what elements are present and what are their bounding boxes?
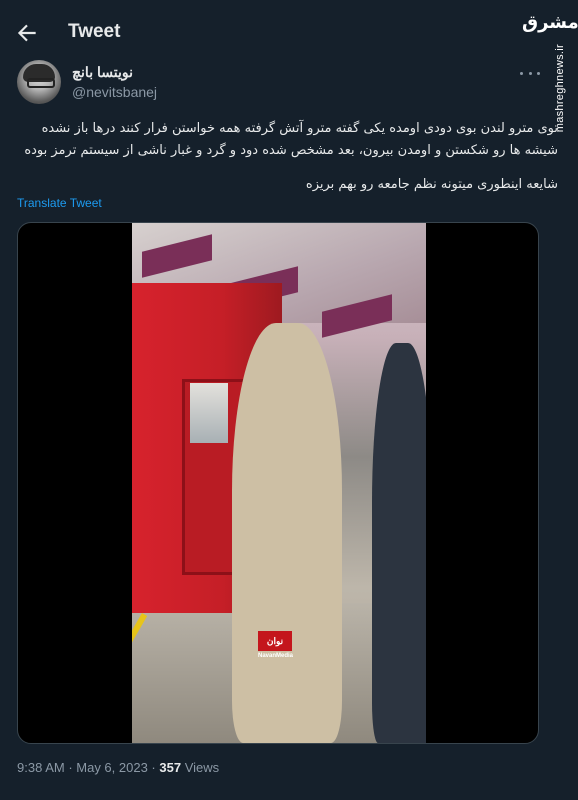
video-player[interactable]: نوان NavanMedia [17, 222, 539, 744]
views-count: 357 [159, 760, 182, 775]
avatar[interactable] [17, 60, 61, 104]
tweet-meta: 9:38 AM · May 6, 2023 · 357 Views [17, 760, 220, 775]
more-options-icon[interactable] [520, 66, 540, 80]
translate-tweet-link[interactable]: Translate Tweet [17, 196, 102, 210]
page-title: Tweet [68, 21, 121, 42]
navan-media-logo: نوان NavanMedia [258, 631, 293, 667]
author-name[interactable]: نویتسا بانچ [72, 64, 133, 81]
watermark: مشرق mashreghnews.ir [518, 8, 578, 132]
video-frame[interactable]: نوان NavanMedia [132, 223, 426, 743]
tweet-text-second: شایعه اینطوری میتونه نظم جامعه رو بهم بر… [305, 177, 558, 192]
views-label: Views [181, 760, 220, 775]
tweet-text: توی مترو لندن بوی دودی اومده یکی گفته مت… [24, 121, 558, 158]
tweet-header: Tweet [0, 0, 578, 66]
watermark-logo: مشرق [522, 12, 578, 33]
author-handle[interactable]: @nevitsbanej [72, 84, 157, 100]
tweet-date[interactable]: May 6, 2023 [76, 760, 148, 775]
back-arrow-icon[interactable] [14, 20, 40, 46]
tweet-time[interactable]: 9:38 AM [17, 760, 65, 775]
